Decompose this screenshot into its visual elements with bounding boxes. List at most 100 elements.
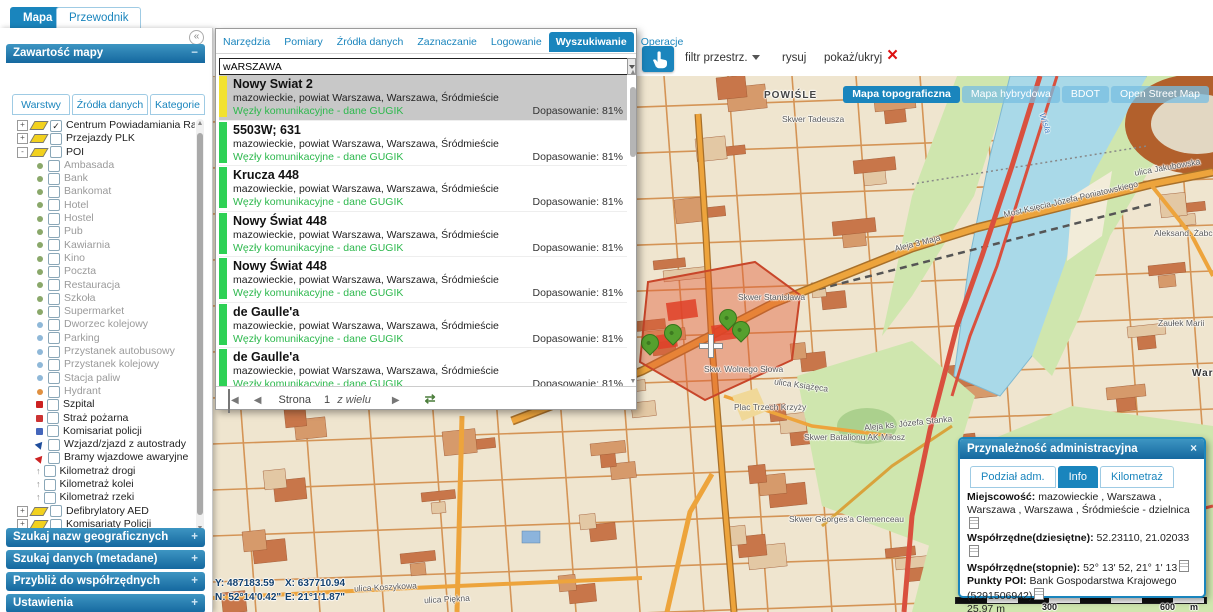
scrollbar-thumb[interactable] (197, 133, 203, 515)
layer-checkbox[interactable] (47, 425, 59, 437)
next-page-icon[interactable]: ▶ (392, 389, 400, 413)
layer-tree-item[interactable]: +✓Centrum Powiadamiania Ratunkow (7, 119, 195, 132)
expand-icon[interactable]: + (191, 572, 198, 591)
menu-item-narz-dzia[interactable]: Narzędzia (216, 32, 277, 52)
layer-checkbox[interactable] (48, 439, 60, 451)
search-result-row[interactable]: Nowy Świat 448mazowieckie, powiat Warsza… (219, 212, 627, 258)
layer-tree-item[interactable]: Restauracja (7, 279, 195, 292)
layer-tree-item[interactable]: Hostel (7, 212, 195, 225)
layer-tree-item[interactable]: Kino (7, 252, 195, 265)
layer-tree-item[interactable]: ↑Kilometraż drogi (7, 465, 195, 478)
layer-checkbox[interactable] (50, 146, 62, 158)
layer-tree-item[interactable]: Wzjazd/zjazd z autostrady (7, 438, 195, 451)
expand-icon[interactable]: + (191, 594, 198, 612)
layer-tree-item[interactable]: +Przejazdy PLK (7, 132, 195, 145)
results-scrollbar[interactable]: ▲ ▼ (629, 77, 637, 385)
layer-checkbox[interactable] (48, 253, 60, 265)
copy-icon[interactable] (1034, 588, 1044, 600)
tree-vertical-scrollbar[interactable]: ▲ ▼ (196, 119, 204, 533)
info-tab-kilometra-[interactable]: Kilometraż (1100, 466, 1174, 488)
layer-tree-item[interactable]: +Defibrylatory AED (7, 505, 195, 518)
show-hide-button[interactable]: pokaż/ukryj (824, 52, 882, 64)
layer-checkbox[interactable] (48, 319, 60, 331)
layer-tree-item[interactable]: Przystanek autobusowy (7, 345, 195, 358)
scrollbar-thumb[interactable] (630, 87, 636, 157)
search-result-row[interactable]: Krucza 448mazowieckie, powiat Warszawa, … (219, 166, 627, 212)
menu-item-pomiary[interactable]: Pomiary (277, 32, 330, 52)
layer-checkbox[interactable] (48, 173, 60, 185)
accordion-przybli-do-wsp-rz-dnych[interactable]: Przybliż do współrzędnych+ (6, 572, 205, 591)
layer-checkbox[interactable] (44, 492, 56, 504)
layer-checkbox[interactable] (48, 199, 60, 211)
layer-tree-item[interactable]: Bramy wjazdowe awaryjne (7, 451, 195, 464)
tree-expander-icon[interactable]: + (17, 506, 28, 517)
basemap-button-open-street-map[interactable]: Open Street Map (1111, 86, 1209, 103)
layer-checkbox[interactable] (50, 133, 62, 145)
scroll-up-icon[interactable]: ▲ (196, 120, 204, 127)
search-result-row[interactable]: de Gaulle'amazowieckie, powiat Warszawa,… (219, 348, 627, 386)
search-input[interactable] (220, 59, 628, 74)
layer-tree-item[interactable]: -POI (7, 146, 195, 159)
layer-checkbox[interactable]: ✓ (50, 120, 62, 132)
menu-item-wyszukiwanie[interactable]: Wyszukiwanie (549, 32, 634, 52)
layer-checkbox[interactable] (48, 239, 60, 251)
refresh-icon[interactable]: ⇄ (425, 391, 436, 406)
layer-checkbox[interactable] (48, 452, 60, 464)
copy-icon[interactable] (969, 517, 979, 529)
layer-tree-item[interactable]: Hotel (7, 199, 195, 212)
minimize-icon[interactable]: − (191, 44, 198, 63)
search-result-row[interactable]: Nowy Swiat 2mazowieckie, powiat Warszawa… (219, 75, 627, 121)
layer-checkbox[interactable] (48, 279, 60, 291)
accordion-szukaj-danych-metadane-[interactable]: Szukaj danych (metadane)+ (6, 550, 205, 569)
copy-icon[interactable] (969, 545, 979, 557)
layer-checkbox[interactable] (47, 412, 59, 424)
tab-przewodnik[interactable]: Przewodnik (56, 7, 141, 29)
admin-info-header[interactable]: Przynależność administracyjna × (960, 439, 1204, 459)
menu-item-logowanie[interactable]: Logowanie (484, 32, 549, 52)
tab-warstwy[interactable]: Warstwy (12, 94, 70, 115)
layer-tree-item[interactable]: Pub (7, 225, 195, 238)
basemap-button-mapa-hybrydowa[interactable]: Mapa hybrydowa (962, 86, 1060, 103)
layer-tree-item[interactable]: Dworzec kolejowy (7, 318, 195, 331)
info-tab-podzia-adm-[interactable]: Podział adm. (970, 466, 1056, 488)
layer-checkbox[interactable] (48, 266, 60, 278)
draw-button[interactable]: rysuj (782, 52, 806, 64)
layer-checkbox[interactable] (48, 226, 60, 238)
map-content-header[interactable]: Zawartość mapy − (6, 44, 205, 63)
layer-tree-item[interactable]: Bankomat (7, 185, 195, 198)
layer-tree-item[interactable]: Szkoła (7, 292, 195, 305)
expand-icon[interactable]: + (191, 550, 198, 569)
menu-item-operacje[interactable]: Operacje (634, 32, 691, 52)
scroll-up-icon[interactable]: ▲ (629, 69, 637, 76)
tree-expander-icon[interactable]: + (17, 133, 28, 144)
prev-page-icon[interactable]: ◀ (254, 389, 262, 413)
layer-tree-item[interactable]: Poczta (7, 265, 195, 278)
expand-icon[interactable]: + (191, 528, 198, 547)
copy-icon[interactable] (1179, 560, 1189, 572)
layer-checkbox[interactable] (47, 399, 59, 411)
layer-tree-item[interactable]: Ambasada (7, 159, 195, 172)
layer-tree-item[interactable]: ↑Kilometraż kolei (7, 478, 195, 491)
first-page-icon[interactable]: ◀ (228, 389, 239, 413)
layer-checkbox[interactable] (48, 332, 60, 344)
search-result-row[interactable]: Nowy Świat 448mazowieckie, powiat Warsza… (219, 257, 627, 303)
spatial-filter-menu[interactable]: filtr przestrz. (685, 52, 760, 64)
tree-expander-icon[interactable]: - (17, 147, 28, 158)
layer-checkbox[interactable] (48, 186, 60, 198)
scroll-down-icon[interactable]: ▼ (629, 378, 637, 385)
close-icon[interactable]: × (1190, 439, 1197, 459)
layer-tree-item[interactable]: Straż pożarna (7, 412, 195, 425)
search-result-row[interactable]: de Gaulle'amazowieckie, powiat Warszawa,… (219, 303, 627, 349)
layer-checkbox[interactable] (48, 293, 60, 305)
tab-kategorie[interactable]: Kategorie (150, 94, 205, 115)
layer-tree-item[interactable]: ↑Kilometraż rzeki (7, 491, 195, 504)
layer-tree-item[interactable]: Hydrant (7, 385, 195, 398)
layer-tree-item[interactable]: Parking (7, 332, 195, 345)
basemap-button-mapa-topograficzna[interactable]: Mapa topograficzna (843, 86, 960, 103)
sidebar-collapse-icon[interactable]: « (189, 30, 204, 45)
layer-tree-item[interactable]: Szpital (7, 398, 195, 411)
layer-checkbox[interactable] (48, 386, 60, 398)
page-number[interactable]: 1 (324, 394, 330, 406)
layer-tree-item[interactable]: Supermarket (7, 305, 195, 318)
layer-tree-item[interactable]: Bank (7, 172, 195, 185)
